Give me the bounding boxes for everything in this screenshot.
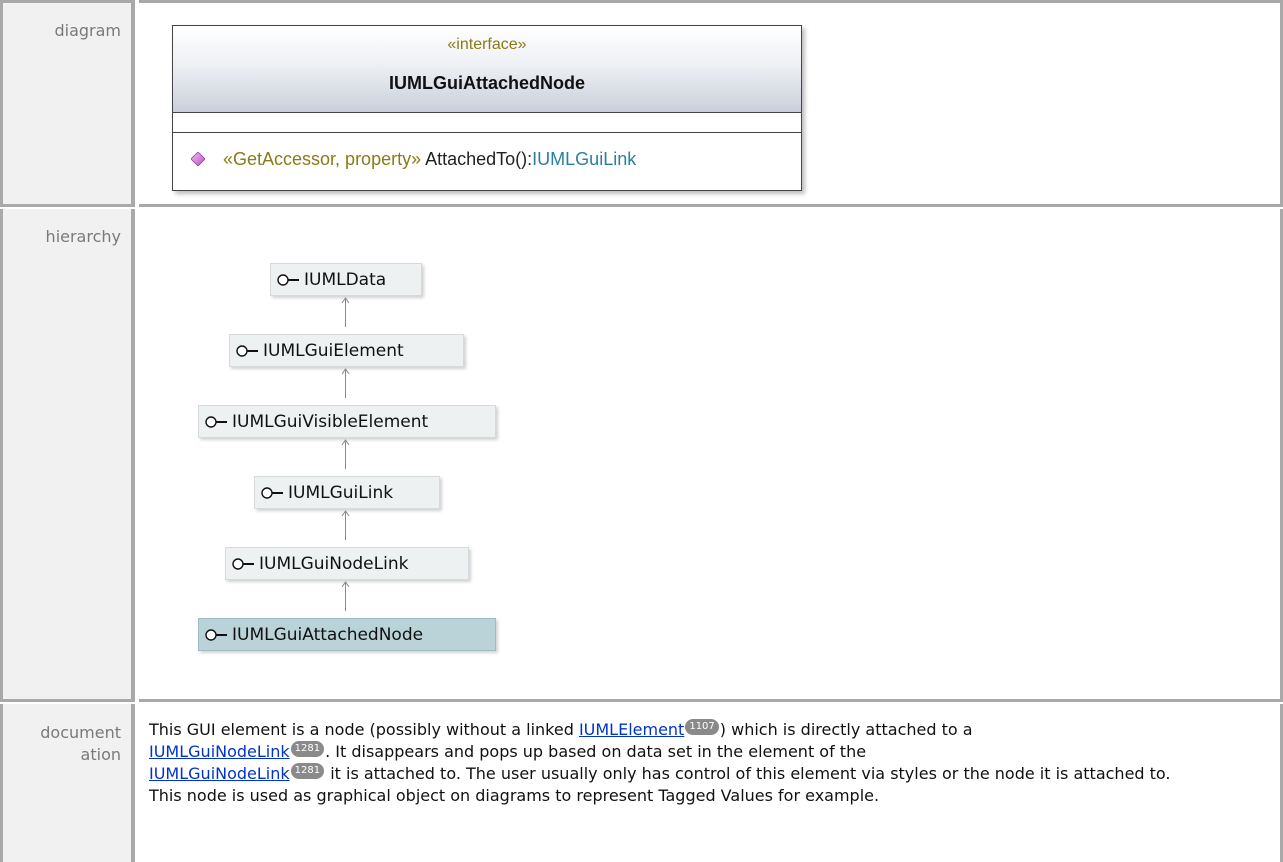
uml-class-box[interactable]: «interface» IUMLGuiAttachedNode «GetAcce… <box>172 25 802 191</box>
hierarchy-node[interactable]: IUMLGuiLink <box>254 476 440 509</box>
link-iumlguinodelink[interactable]: IUMLGuiNodeLink <box>149 742 290 761</box>
hierarchy-node-label: IUMLGuiVisibleElement <box>232 411 429 432</box>
doc-text-3: . It disappears and pops up based on dat… <box>325 742 867 761</box>
generalization-arrow <box>341 297 350 327</box>
page-badge: 1107 <box>685 719 719 735</box>
hierarchy-node-label: IUMLData <box>304 269 387 290</box>
uml-stereotype: «interface» <box>447 36 527 53</box>
documentation-label: document ation <box>0 704 135 862</box>
generalization-arrow <box>341 581 350 611</box>
uml-class-header: «interface» IUMLGuiAttachedNode <box>173 26 801 113</box>
lollipop-interface-icon <box>261 486 283 499</box>
hierarchy-node-label: IUMLGuiLink <box>288 482 394 503</box>
hierarchy-node[interactable]: IUMLGuiNodeLink <box>225 547 469 580</box>
doc-text-1: This GUI element is a node (possibly wit… <box>149 720 579 739</box>
page-badge: 1281 <box>290 763 325 779</box>
uml-operation[interactable]: «GetAccessor, property» AttachedTo():IUM… <box>191 149 636 175</box>
doc-text-4: it is attached to. The user usually only… <box>325 764 1171 783</box>
hierarchy-row: hierarchy IUMLData IUMLGuiElement IUMLGu… <box>0 209 1283 702</box>
doc-text-5: This node is used as graphical object on… <box>149 786 880 805</box>
hierarchy-label: hierarchy <box>0 209 135 702</box>
link-iumlelement[interactable]: IUMLElement <box>579 720 684 739</box>
generalization-arrow <box>341 510 350 540</box>
diagram-row: diagram «interface» IUMLGuiAttachedNode <box>0 0 1283 207</box>
hierarchy-node-label: IUMLGuiNodeLink <box>259 553 409 574</box>
link-iumlguinodelink[interactable]: IUMLGuiNodeLink <box>149 764 290 783</box>
operation-stereotype: «GetAccessor, property» <box>223 149 422 169</box>
page-badge: 1281 <box>290 741 325 757</box>
documentation-label-line1: document <box>40 723 121 742</box>
operation-name: AttachedTo(): <box>421 149 533 169</box>
generalization-arrow <box>341 368 350 398</box>
lollipop-interface-icon <box>277 273 299 286</box>
uml-attributes-compartment <box>173 113 801 133</box>
lollipop-interface-icon <box>236 344 258 357</box>
operation-return-type[interactable]: IUMLGuiLink <box>532 149 636 169</box>
diagram-label: diagram <box>0 0 135 207</box>
documentation-label-line2: ation <box>80 745 121 764</box>
doc-text-2: ) which is directly attached to a <box>719 720 973 739</box>
lollipop-interface-icon <box>205 628 227 641</box>
documentation-page: diagram «interface» IUMLGuiAttachedNode <box>0 0 1283 862</box>
documentation-row: document ation This GUI element is a nod… <box>0 704 1283 862</box>
hierarchy-node[interactable]: IUMLGuiElement <box>229 334 464 367</box>
generalization-arrow <box>341 439 350 469</box>
diamond-icon <box>191 152 205 166</box>
hierarchy-node[interactable]: IUMLData <box>270 263 422 296</box>
hierarchy-node-label: IUMLGuiElement <box>263 340 404 361</box>
hierarchy-node-label: IUMLGuiAttachedNode <box>232 624 424 645</box>
lollipop-interface-icon <box>205 415 227 428</box>
lollipop-interface-icon <box>232 557 254 570</box>
hierarchy-node-selected[interactable]: IUMLGuiAttachedNode <box>198 618 496 651</box>
uml-class-name: IUMLGuiAttachedNode <box>389 73 585 93</box>
documentation-text: This GUI element is a node (possibly wit… <box>149 719 1273 807</box>
hierarchy-node[interactable]: IUMLGuiVisibleElement <box>198 405 496 438</box>
